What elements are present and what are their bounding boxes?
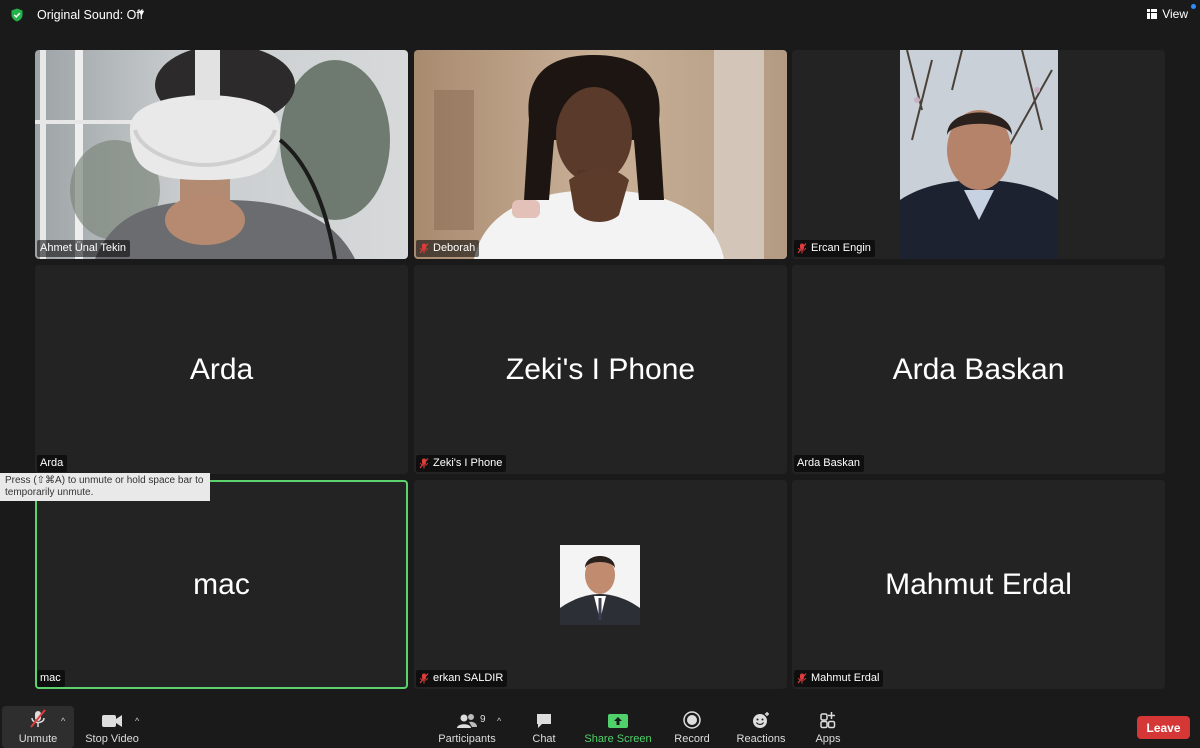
top-bar: Original Sound: Off ▼ View [0,0,1200,30]
participant-display-name: Mahmut Erdal [885,567,1072,601]
apps-label: Apps [815,733,841,745]
participant-video [792,50,1165,259]
security-shield-icon[interactable] [10,8,24,22]
participant-name-tag: Ahmet Ünal Tekin [37,240,131,257]
participant-name-tag: Zeki's I Phone [416,455,507,472]
share-screen-button[interactable]: Share Screen [584,706,652,748]
participant-name: Ahmet Ünal Tekin [40,242,127,254]
unmute-tooltip: Press (⇧⌘A) to unmute or hold space bar … [0,473,210,501]
share-screen-label: Share Screen [584,733,652,745]
mic-muted-icon [419,672,429,683]
record-icon [683,711,701,729]
apps-icon [820,712,836,729]
mic-muted-icon [419,457,429,468]
participant-name-tag: erkan SALDIR [416,670,508,687]
view-label: View [1162,7,1188,21]
participant-video [414,50,787,259]
meeting-toolbar: Unmute ^ Stop Video ^ Participants 9 ^ C… [0,706,1200,748]
video-tile-arda[interactable]: Arda Arda [35,265,408,474]
participant-name: mac [40,672,61,684]
video-options-caret-icon[interactable]: ^ [135,716,139,726]
chat-label: Chat [532,733,556,745]
participant-name: Ercan Engin [811,242,871,254]
participant-name-tag: Ercan Engin [794,240,875,257]
record-button[interactable]: Record [670,706,714,748]
participant-name: Arda Baskan [797,457,860,469]
reactions-button[interactable]: Reactions [734,706,788,748]
participant-name-tag: Deborah [416,240,480,257]
participant-name: erkan SALDIR [433,672,504,684]
participant-name-tag: mac [37,670,65,687]
video-tile-zeki[interactable]: Zeki's I Phone Zeki's I Phone [414,265,787,474]
video-tile-mahmut[interactable]: Mahmut Erdal Mahmut Erdal [792,480,1165,689]
participant-video [35,50,408,259]
video-camera-icon [102,715,122,727]
view-button[interactable]: View [1147,7,1188,21]
participant-name: Arda [40,457,64,469]
unmute-label: Unmute [18,733,58,745]
reactions-label: Reactions [736,733,786,745]
participant-name: Zeki's I Phone [433,457,503,469]
participants-button[interactable]: Participants [437,706,497,748]
participant-display-name: Zeki's I Phone [505,352,696,386]
participant-display-name: Arda Baskan [892,352,1065,386]
video-tile-ahmet[interactable]: Ahmet Ünal Tekin [35,50,408,259]
mic-muted-icon [30,709,46,728]
grid-icon [1147,9,1158,19]
apps-button[interactable]: Apps [808,706,848,748]
share-screen-icon [608,714,628,728]
participant-display-name: Arda [189,352,254,386]
leave-button[interactable]: Leave [1137,716,1190,739]
participant-video [414,480,787,689]
participant-name-tag: Mahmut Erdal [794,670,884,687]
participants-caret-icon[interactable]: ^ [497,716,501,726]
participant-name: Mahmut Erdal [811,672,880,684]
stop-video-button[interactable]: Stop Video [84,706,140,748]
video-tile-erkan[interactable]: erkan SALDIR [414,480,787,689]
video-tile-ercan[interactable]: Ercan Engin [792,50,1165,259]
notification-dot [1191,4,1196,9]
mic-muted-icon [797,242,807,253]
audio-options-caret-icon[interactable]: ^ [61,716,65,726]
record-label: Record [674,733,710,745]
emoji-reaction-icon [753,712,769,728]
profile-photo [560,545,640,625]
video-tile-arda-baskan[interactable]: Arda Baskan Arda Baskan [792,265,1165,474]
participants-count: 9 [480,714,486,725]
participants-icon [457,714,477,728]
original-sound-toggle[interactable]: Original Sound: Off [37,8,143,22]
mic-muted-icon [419,242,429,253]
unmute-button[interactable]: Unmute [2,706,74,748]
chat-bubble-icon [537,714,551,728]
participant-name-tag: Arda Baskan [794,455,864,472]
mic-muted-icon [797,672,807,683]
participant-name-tag: Arda [37,455,68,472]
video-tile-deborah[interactable]: Deborah [414,50,787,259]
chat-button[interactable]: Chat [524,706,564,748]
chevron-down-icon[interactable]: ▼ [137,8,146,18]
video-tile-mac[interactable]: mac mac [35,480,408,689]
participants-label: Participants [438,733,496,745]
stop-video-label: Stop Video [85,733,139,745]
participant-name: Deborah [433,242,476,254]
participant-display-name: mac [193,567,250,601]
